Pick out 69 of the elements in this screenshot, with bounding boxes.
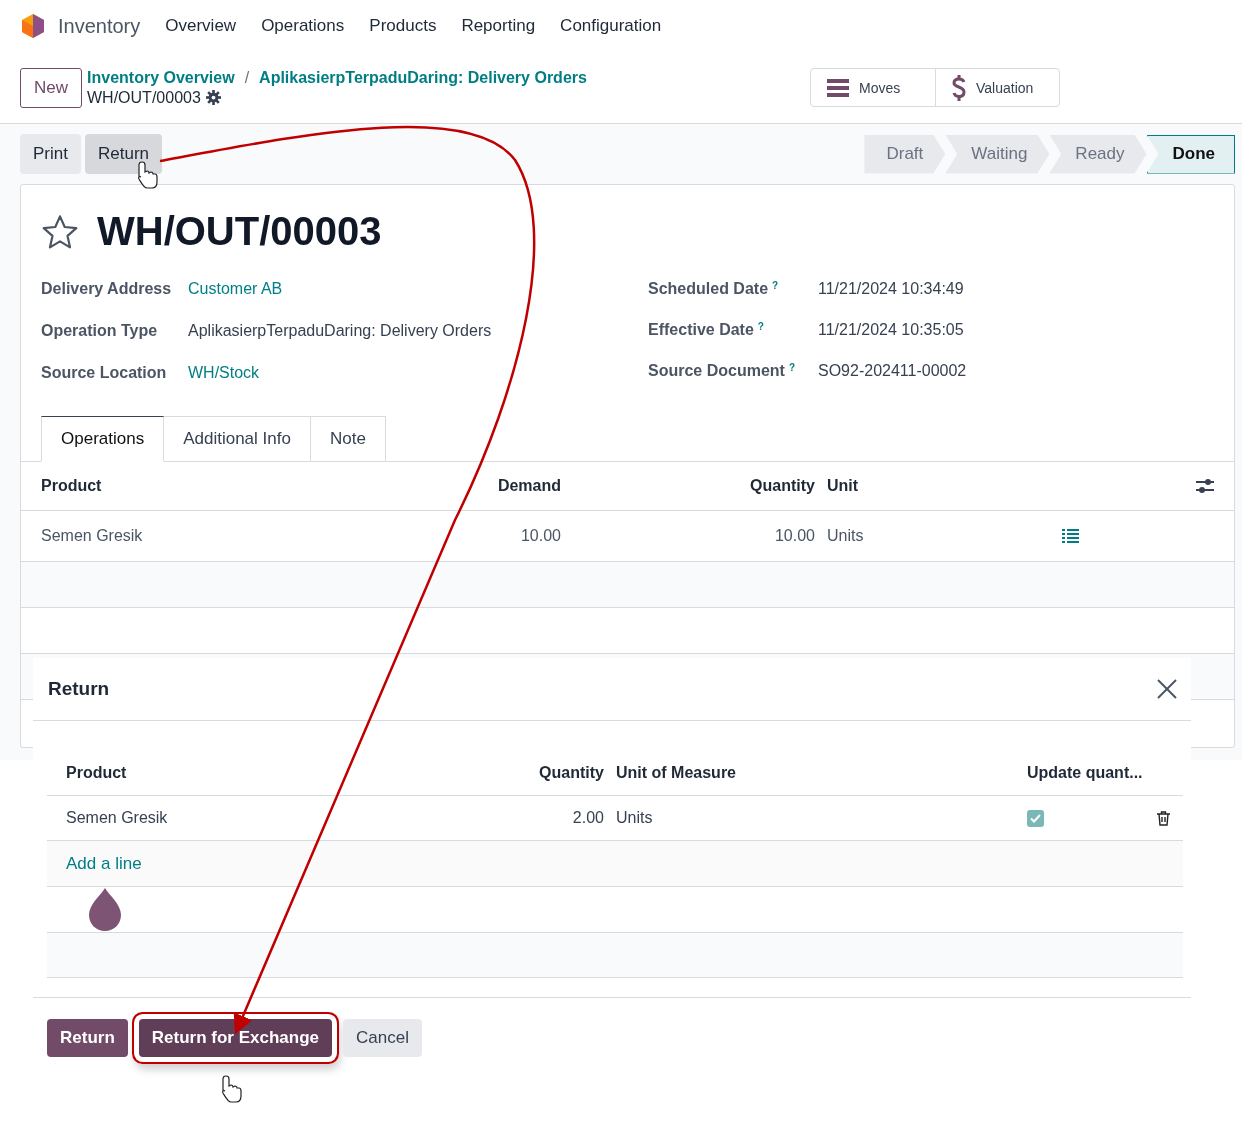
column-header[interactable]: Product — [66, 763, 419, 782]
column-header[interactable]: Quantity — [419, 763, 604, 782]
status-step[interactable]: Done — [1146, 134, 1235, 174]
dialog-button[interactable]: Return — [47, 1019, 128, 1057]
status-step[interactable]: Draft — [864, 134, 946, 174]
field-value: 11/21/2024 10:34:49 — [818, 279, 964, 298]
checkbox[interactable] — [1027, 809, 1044, 827]
gear-icon[interactable] — [205, 90, 221, 105]
menu-item[interactable]: Products — [369, 16, 437, 36]
table-cell-text: 10.00 — [519, 527, 561, 545]
breadcrumb-separator: / — [244, 68, 250, 87]
help-mark[interactable]: ? — [772, 279, 779, 291]
breadcrumb-link[interactable]: Inventory Overview — [87, 68, 235, 87]
trash-icon[interactable] — [1157, 810, 1170, 826]
action-button[interactable]: Return — [84, 134, 162, 174]
column-header[interactable]: Unit — [815, 477, 1009, 495]
field-label: Effective Date — [648, 320, 754, 338]
action-button[interactable]: Print — [20, 134, 81, 174]
app-name[interactable]: Inventory — [58, 14, 141, 38]
table-cell-text: Semen Gresik — [66, 809, 169, 827]
menu-item[interactable]: Configuration — [560, 16, 662, 36]
field-value: SO92-202411-00002 — [818, 361, 967, 380]
table-cell-text: Units — [615, 809, 654, 827]
tab[interactable]: Additional Info — [164, 416, 311, 461]
column-header[interactable]: Demand — [441, 477, 561, 495]
field-value: 11/21/2024 10:35:05 — [818, 320, 964, 339]
field-value[interactable]: Customer AB — [188, 280, 283, 298]
new-button[interactable]: New — [20, 67, 82, 108]
dialog-title: Return — [48, 678, 110, 700]
menu-icon — [827, 78, 849, 97]
field-label: Delivery Address — [41, 280, 173, 298]
table-cell-text: Semen Gresik — [41, 527, 144, 545]
column-settings-icon[interactable] — [1196, 478, 1214, 494]
dollar-icon — [952, 74, 966, 101]
current-record: WH/OUT/00003 — [87, 88, 201, 107]
tab[interactable]: Note — [310, 416, 386, 461]
help-mark[interactable]: ? — [757, 320, 764, 332]
stat-button[interactable]: Moves — [811, 69, 935, 106]
hand-cursor-icon — [222, 1075, 242, 1103]
menu-item[interactable]: Reporting — [461, 16, 536, 36]
column-header[interactable]: Update quant... — [1027, 763, 1164, 782]
close-icon[interactable] — [1157, 679, 1177, 699]
column-header[interactable]: Product — [41, 477, 441, 495]
stat-button[interactable]: Valuation — [935, 69, 1059, 106]
app-logo-icon — [20, 13, 46, 39]
add-line-link[interactable]: Add a line — [66, 853, 142, 874]
help-mark[interactable]: ? — [788, 361, 796, 373]
tab[interactable]: Operations — [41, 416, 165, 462]
table-cell-text: 2.00 — [571, 809, 604, 827]
table-cell-text: Units — [826, 527, 865, 545]
column-header[interactable]: Quantity — [561, 477, 815, 495]
drop-icon — [89, 888, 121, 931]
field-label: Operation Type — [41, 322, 159, 340]
table-cell-text: 10.00 — [773, 527, 815, 545]
menu-item[interactable]: Overview — [165, 16, 237, 36]
dialog-button[interactable]: Cancel — [343, 1019, 422, 1057]
field-label: Source Location — [41, 364, 168, 382]
menu-item[interactable]: Operations — [261, 16, 345, 36]
status-step[interactable]: Waiting — [945, 134, 1050, 174]
field-value[interactable]: WH/Stock — [188, 364, 260, 382]
star-icon[interactable] — [41, 213, 79, 250]
field-value: AplikasierpTerpaduDaring: Delivery Orders — [188, 322, 492, 340]
status-step[interactable]: Ready — [1049, 134, 1147, 174]
record-title: WH/OUT/00003 — [97, 209, 382, 254]
breadcrumb-link[interactable]: AplikasierpTerpaduDaring: Delivery Orders — [259, 68, 587, 87]
column-header[interactable]: Unit of Measure — [604, 763, 1027, 782]
field-label: Source Document — [648, 361, 785, 379]
list-icon[interactable] — [1062, 529, 1079, 543]
field-label: Scheduled Date — [648, 279, 769, 297]
